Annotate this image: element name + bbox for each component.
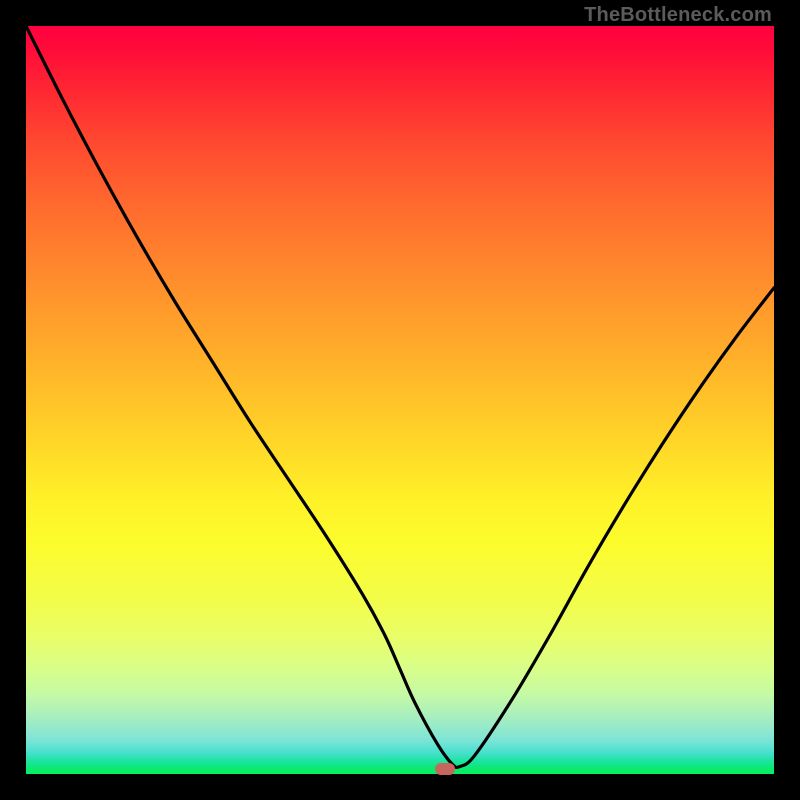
chart-frame: TheBottleneck.com [0, 0, 800, 800]
curve-path [26, 26, 774, 767]
plot-area [26, 26, 774, 774]
bottleneck-curve [26, 26, 774, 774]
optimal-marker [435, 763, 455, 775]
watermark-text: TheBottleneck.com [584, 4, 772, 27]
